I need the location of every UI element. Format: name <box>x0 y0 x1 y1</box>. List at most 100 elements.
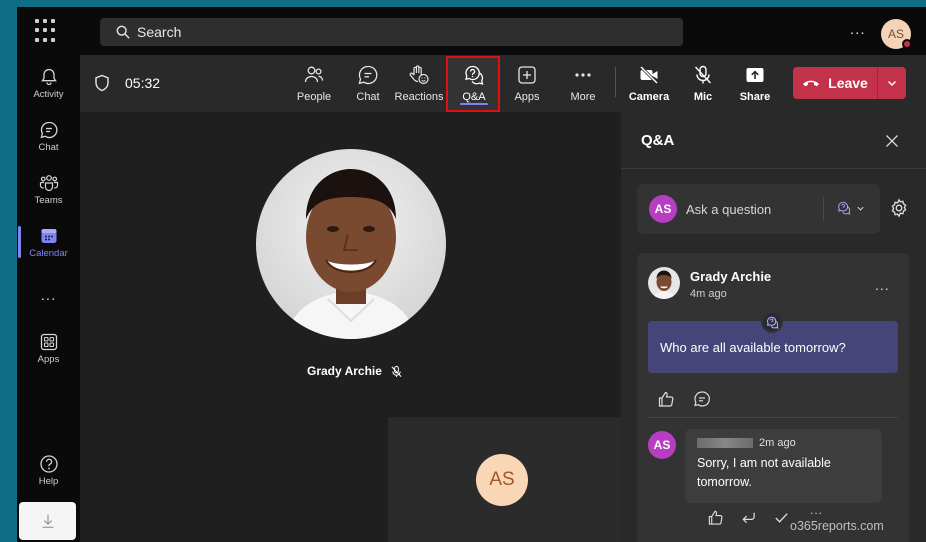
author-avatar-image <box>648 267 680 299</box>
question-text: Who are all available tomorrow? <box>660 339 846 355</box>
panel-title: Q&A <box>641 132 675 149</box>
more-label: More <box>570 91 596 103</box>
meeting-area: 05:32 People Chat Reactions Q&A Apps Mor… <box>80 55 926 542</box>
leave-options-button[interactable] <box>878 77 906 89</box>
people-button[interactable]: People <box>297 60 331 106</box>
bell-icon <box>40 68 57 85</box>
reply-text: Sorry, I am not available tomorrow. <box>697 456 831 489</box>
teams-icon <box>39 174 58 191</box>
rail-more-icon[interactable]: ... <box>17 270 80 320</box>
question-card: Grady Archie 4m ago ... Who are all avai… <box>637 253 909 542</box>
video-stage: Grady Archie AS <box>80 112 621 542</box>
leave-label: Leave <box>828 75 868 91</box>
hang-up-icon <box>803 80 820 87</box>
apps-button[interactable]: Apps <box>510 60 544 106</box>
desktop-background-left <box>0 0 17 542</box>
ask-question-input[interactable]: AS Ask a question <box>637 184 880 234</box>
question-badge-icon <box>761 311 783 333</box>
chevron-down-icon <box>857 206 864 211</box>
ask-separator <box>823 197 824 221</box>
rail-item-teams[interactable]: Teams <box>17 164 80 214</box>
more-button[interactable]: More <box>566 60 600 106</box>
author-avatar <box>648 267 680 299</box>
leave-button[interactable]: Leave <box>793 67 906 99</box>
toolbar-separator <box>615 67 616 97</box>
search-input[interactable]: Search <box>100 18 683 46</box>
card-divider <box>648 417 898 418</box>
reactions-label: Reactions <box>394 91 444 103</box>
share-icon <box>746 68 764 82</box>
people-icon <box>304 66 324 83</box>
reply-icon[interactable] <box>693 390 711 408</box>
muted-mic-icon <box>391 365 402 377</box>
profile-avatar[interactable]: AS <box>881 19 912 49</box>
participant-name: Grady Archie <box>307 364 382 378</box>
share-label: Share <box>739 91 771 103</box>
share-button[interactable]: Share <box>739 60 771 106</box>
rail-item-activity[interactable]: Activity <box>17 58 80 108</box>
participant-portrait-image <box>256 149 446 339</box>
close-icon[interactable] <box>885 134 899 148</box>
rail-item-apps[interactable]: Apps <box>17 323 80 373</box>
download-icon <box>42 514 53 528</box>
download-button[interactable] <box>19 502 76 540</box>
ask-avatar: AS <box>649 195 677 223</box>
mic-label: Mic <box>693 91 713 103</box>
more-icon <box>575 73 591 77</box>
reply-arrow-icon[interactable] <box>740 509 757 526</box>
app-launcher-icon[interactable] <box>35 19 59 43</box>
qa-label: Q&A <box>462 91 486 103</box>
rail-label: Apps <box>37 353 60 365</box>
self-video-tile: AS <box>388 417 621 542</box>
rail-label: Chat <box>38 141 59 153</box>
people-label: People <box>296 91 332 103</box>
mic-button[interactable]: Mic <box>691 60 715 106</box>
gear-icon[interactable] <box>889 198 909 218</box>
like-icon[interactable] <box>707 509 724 526</box>
rail-label: Calendar <box>29 247 68 259</box>
chat-icon <box>39 121 57 138</box>
meeting-toolbar: 05:32 People Chat Reactions Q&A Apps Mor… <box>80 55 926 112</box>
camera-button[interactable]: Camera <box>628 60 670 106</box>
title-bar: Search ... AS <box>17 7 926 55</box>
more-options-icon[interactable]: ... <box>850 21 866 38</box>
shield-icon <box>95 74 109 92</box>
redacted-name <box>697 438 753 448</box>
rail-item-help[interactable]: Help <box>17 445 80 495</box>
reply-time: 2m ago <box>759 437 796 449</box>
camera-label: Camera <box>628 91 670 103</box>
apps-label: Apps <box>514 91 540 103</box>
desktop-background-top <box>0 0 926 7</box>
watermark: o365reports.com <box>790 519 884 533</box>
rail-item-chat[interactable]: Chat <box>17 111 80 161</box>
reply-avatar: AS <box>648 431 676 459</box>
leave-main[interactable]: Leave <box>793 67 877 99</box>
search-icon <box>116 25 130 39</box>
qa-button[interactable]: Q&A <box>460 60 488 106</box>
like-icon[interactable] <box>657 390 675 408</box>
qa-type-icon <box>838 201 851 215</box>
profile-initials: AS <box>887 27 904 41</box>
rail-more-label: ... <box>40 286 57 304</box>
rail-label: Help <box>38 475 59 487</box>
presence-busy-icon <box>902 39 912 49</box>
checkmark-icon[interactable] <box>773 509 790 526</box>
question-type-dropdown[interactable] <box>837 201 865 215</box>
qa-active-indicator <box>460 103 488 105</box>
question-actions <box>657 390 711 408</box>
help-icon <box>39 454 58 473</box>
rail-label: Teams <box>34 194 63 206</box>
qa-panel: Q&A AS Ask a question Grady Archie 4m ag… <box>621 112 926 542</box>
question-more-icon[interactable]: ... <box>875 277 890 293</box>
meeting-timer: 05:32 <box>125 75 161 91</box>
reply-more-icon[interactable]: ... <box>810 503 823 517</box>
panel-divider <box>621 168 926 169</box>
participant-name-label: Grady Archie <box>307 364 403 378</box>
rail-item-calendar[interactable]: Calendar <box>17 217 80 267</box>
calendar-icon <box>41 228 56 243</box>
chat-button[interactable]: Chat <box>354 60 382 106</box>
question-time: 4m ago <box>690 288 727 300</box>
app-rail: Activity Chat Teams Calendar ... Apps He… <box>17 55 80 542</box>
add-app-icon <box>518 66 536 84</box>
reactions-button[interactable]: Reactions <box>394 60 444 106</box>
